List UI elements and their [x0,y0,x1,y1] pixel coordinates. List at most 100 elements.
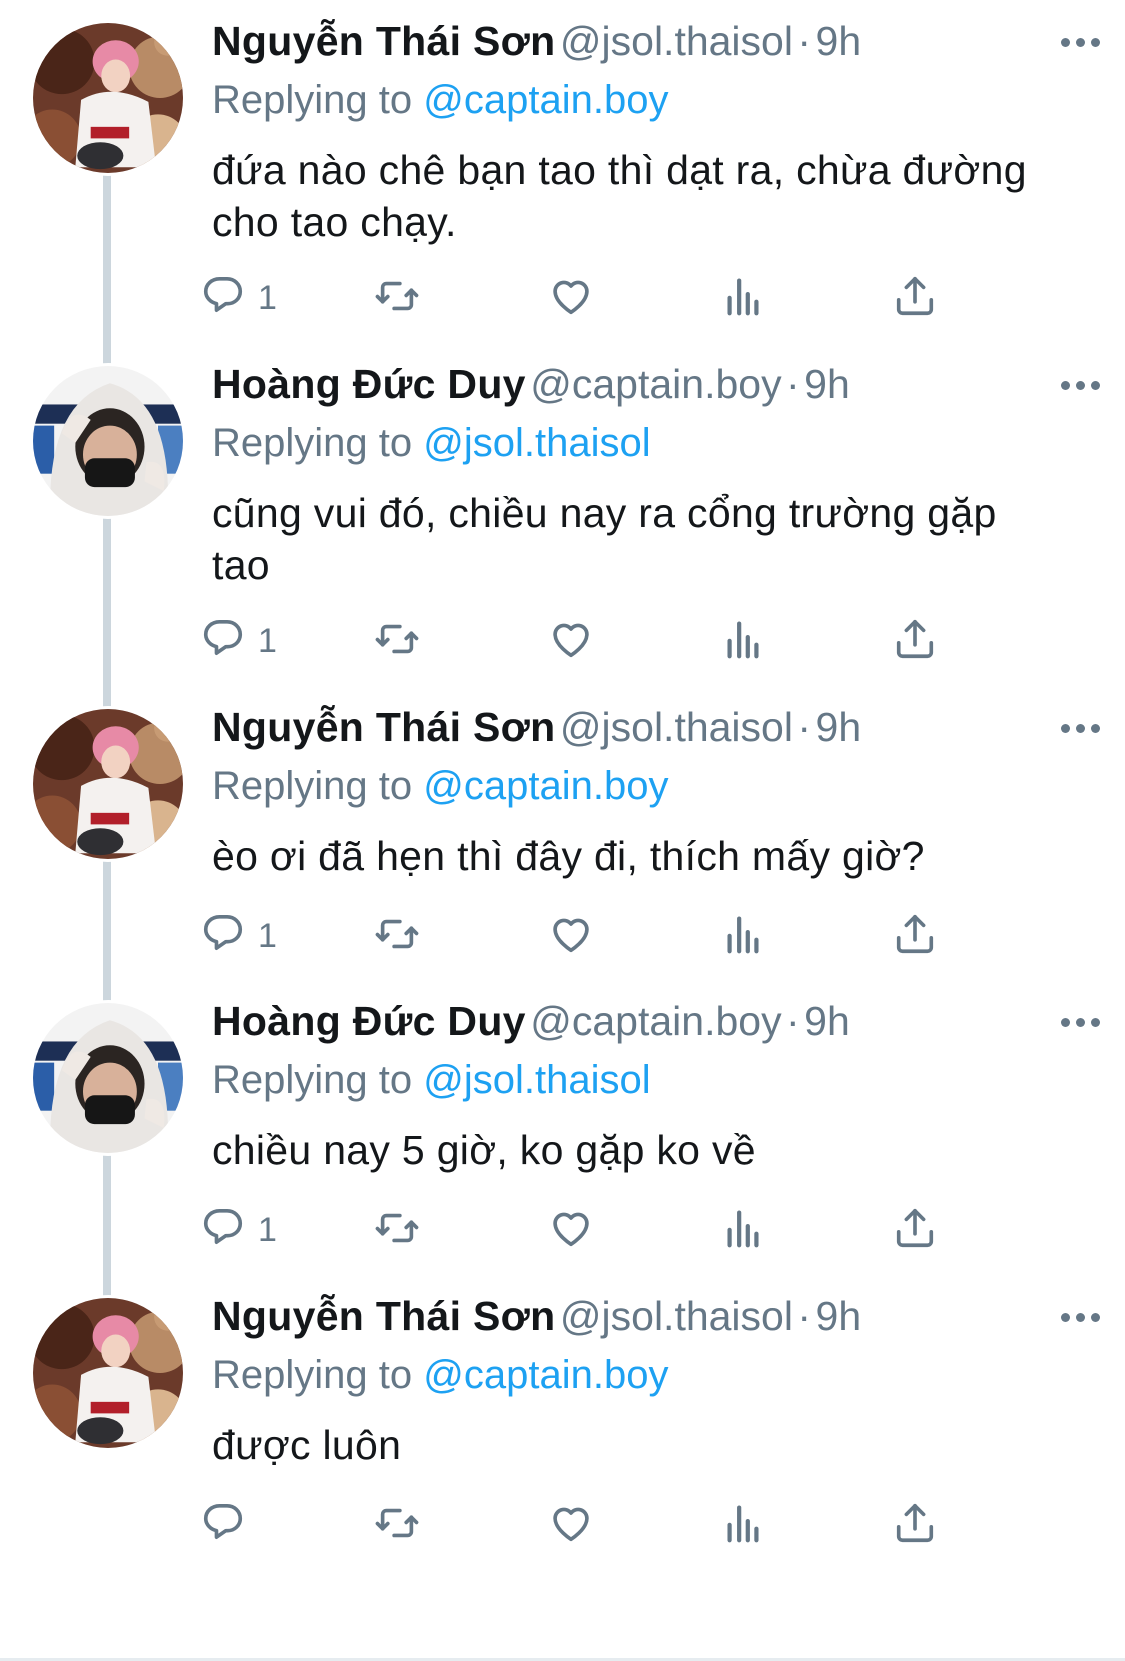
like-button[interactable] [548,268,594,328]
more-icon[interactable] [1050,1002,1110,1042]
tweet-content: Nguyễn Thái Sơn @jsol.thaisol · 9h Reply… [212,1293,1100,1471]
meta-separator: · [797,18,812,64]
avatar[interactable] [30,706,186,862]
reply-button[interactable]: 1 [200,611,277,671]
retweet-button[interactable] [374,1495,420,1555]
share-button[interactable] [892,1200,938,1260]
reply-button[interactable]: 1 [200,906,277,966]
reply-button[interactable] [200,1495,258,1555]
share-icon [896,276,934,315]
tweet-text-line: cũng vui đó, chiều nay ra cổng trường gặ… [212,490,997,536]
share-button[interactable] [892,1495,938,1555]
analytics-button[interactable] [720,1495,766,1555]
reply-icon [203,276,243,312]
replying-handle-link[interactable]: @jsol.thaisol [423,1058,650,1102]
replying-handle-link[interactable]: @jsol.thaisol [423,421,650,465]
avatar[interactable] [30,1295,186,1451]
tweet-text: đứa nào chê bạn tao thì dạt ra, chừa đườ… [212,144,1092,248]
replying-prefix: Replying to [212,764,413,808]
avatar[interactable] [30,363,186,519]
reply-tweet[interactable]: Hoàng Đức Duy @captain.boy · 9h Replying… [0,343,1125,686]
meta-separator: · [797,704,812,750]
author-handle[interactable]: @captain.boy [530,998,781,1044]
heart-icon [548,1205,594,1256]
reply-tweet[interactable]: Hoàng Đức Duy @captain.boy · 9h Replying… [0,980,1125,1275]
tweet-time[interactable]: 9h [816,704,862,750]
author-handle[interactable]: @jsol.thaisol [560,18,793,64]
tweet-header: Hoàng Đức Duy @captain.boy · 9h [212,998,1100,1054]
tweet-text-line: cho tao chạy. [212,199,457,245]
analytics-button[interactable] [720,906,766,966]
reply-button[interactable]: 1 [200,1200,277,1260]
replying-handle-link[interactable]: @captain.boy [423,78,668,122]
like-button[interactable] [548,1200,594,1260]
retweet-icon [374,616,420,667]
author-name[interactable]: Nguyễn Thái Sơn [212,704,555,750]
more-icon[interactable] [1050,365,1110,405]
like-button[interactable] [548,1495,594,1555]
tweet-text: èo ơi đã hẹn thì đây đi, thích mấy giờ? [212,830,1092,882]
author-handle[interactable]: @captain.boy [530,361,781,407]
retweet-icon [375,919,419,948]
heart-icon [553,918,589,952]
tweet-actions: 1 [203,268,1032,328]
author-name[interactable]: Nguyễn Thái Sơn [212,18,555,64]
reply-count: 1 [258,1210,277,1249]
analytics-icon [720,1500,766,1551]
more-icon[interactable] [1050,1297,1110,1337]
reply-button[interactable]: 1 [200,268,277,328]
retweet-button[interactable] [374,611,420,671]
tweet-content: Nguyễn Thái Sơn @jsol.thaisol · 9h Reply… [212,704,1100,882]
tweet-actions: 1 [203,1200,1032,1260]
tweet-time[interactable]: 9h [804,361,850,407]
replying-to: Replying to @jsol.thaisol [212,417,1092,469]
author-name[interactable]: Nguyễn Thái Sơn [212,1293,555,1339]
share-button[interactable] [892,611,938,671]
analytics-button[interactable] [720,268,766,328]
more-icon[interactable] [1050,708,1110,748]
replying-handle-link[interactable]: @captain.boy [423,1353,668,1397]
tweet-text: cũng vui đó, chiều nay ra cổng trường gặ… [212,487,1092,591]
analytics-icon [720,273,766,324]
reply-icon [203,914,243,950]
avatar[interactable] [30,20,186,176]
retweet-button[interactable] [374,1200,420,1260]
reply-tweet[interactable]: Nguyễn Thái Sơn @jsol.thaisol · 9h Reply… [0,686,1125,980]
reply-count: 1 [258,621,277,660]
share-icon [896,619,934,658]
share-button[interactable] [892,906,938,966]
tweet-actions: 1 [203,906,1032,966]
tweet-content: Hoàng Đức Duy @captain.boy · 9h Replying… [212,998,1100,1176]
tweet-text-line: được luôn [212,1422,402,1468]
reply-icon [200,911,246,962]
replying-handle-link[interactable]: @captain.boy [423,764,668,808]
analytics-button[interactable] [720,1200,766,1260]
reply-tweet[interactable]: Nguyễn Thái Sơn @jsol.thaisol · 9h Reply… [0,0,1125,343]
analytics-button[interactable] [720,611,766,671]
reply-tweet[interactable]: Nguyễn Thái Sơn @jsol.thaisol · 9h Reply… [0,1275,1125,1655]
tweet-time[interactable]: 9h [804,998,850,1044]
reply-icon [200,1205,246,1256]
heart-icon [548,273,594,324]
author-handle[interactable]: @jsol.thaisol [560,704,793,750]
share-button[interactable] [892,268,938,328]
more-icon[interactable] [1050,22,1110,62]
retweet-icon [375,1213,419,1242]
retweet-button[interactable] [374,906,420,966]
analytics-icon [727,621,759,658]
meta-separator: · [786,361,800,407]
analytics-icon [720,616,766,667]
tweet-text-line: èo ơi đã hẹn thì đây đi, thích mấy giờ? [212,833,925,879]
avatar[interactable] [30,1000,186,1156]
retweet-button[interactable] [374,268,420,328]
tweet-text: chiều nay 5 giờ, ko gặp ko về [212,1124,1092,1176]
like-button[interactable] [548,906,594,966]
tweet-time[interactable]: 9h [816,1293,862,1339]
tweet-time[interactable]: 9h [816,18,862,64]
author-handle[interactable]: @jsol.thaisol [560,1293,793,1339]
reply-count: 1 [258,278,277,317]
author-name[interactable]: Hoàng Đức Duy [212,361,526,407]
reply-icon [200,616,246,667]
like-button[interactable] [548,611,594,671]
author-name[interactable]: Hoàng Đức Duy [212,998,526,1044]
